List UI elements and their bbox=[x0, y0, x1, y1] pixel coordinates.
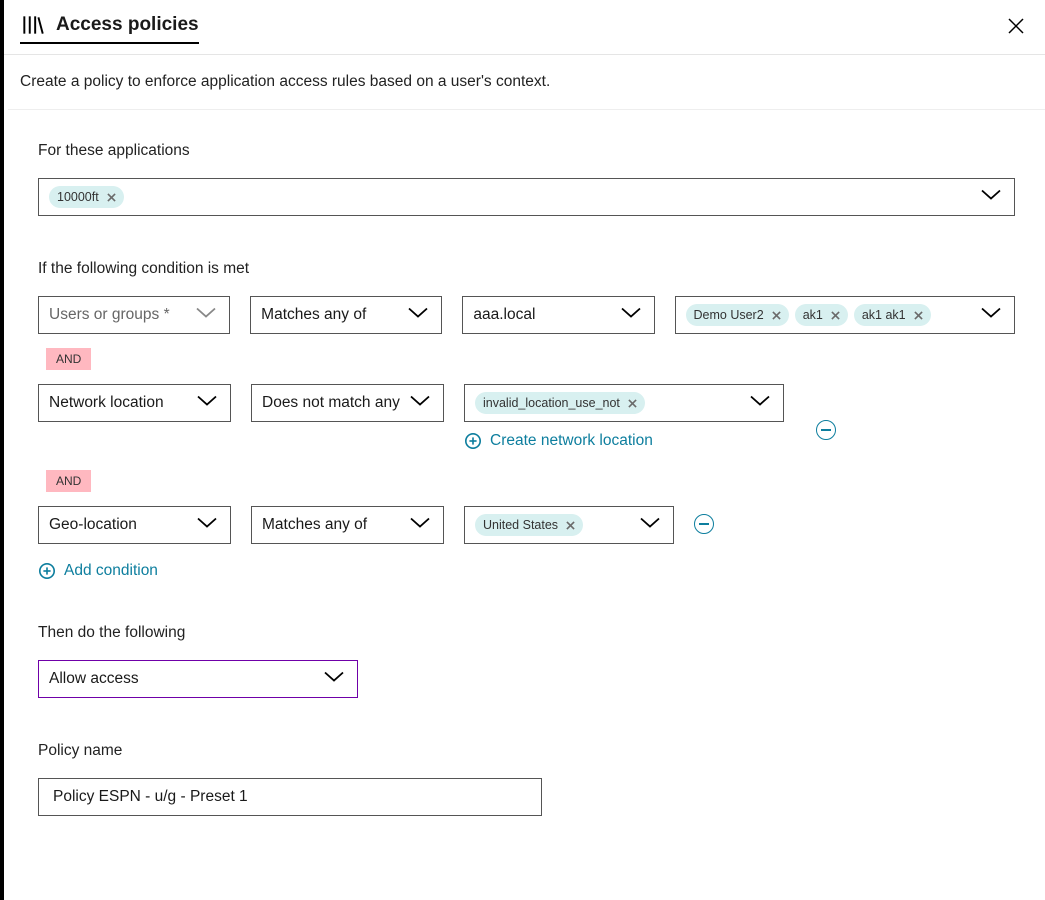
cond1-subject-select[interactable]: Users or groups * bbox=[38, 296, 230, 334]
cond2-values-select[interactable]: invalid_location_use_not bbox=[464, 384, 784, 422]
action-select[interactable]: Allow access bbox=[38, 660, 358, 698]
chevron-down-icon bbox=[407, 394, 433, 413]
chevron-down-icon bbox=[321, 670, 347, 689]
library-icon bbox=[20, 12, 46, 38]
cond3-values-select[interactable]: United States bbox=[464, 506, 674, 544]
cond1-tag: Demo User2 bbox=[686, 304, 789, 326]
chevron-down-icon bbox=[637, 516, 663, 535]
chevron-down-icon bbox=[193, 306, 219, 325]
cond3-subject-select[interactable]: Geo-location bbox=[38, 506, 231, 544]
chevron-down-icon bbox=[405, 306, 431, 325]
and-badge: AND bbox=[46, 348, 91, 370]
chevron-down-icon bbox=[978, 188, 1004, 207]
policy-name-value: Policy ESPN - u/g - Preset 1 bbox=[53, 788, 248, 806]
tag-remove[interactable] bbox=[772, 311, 781, 320]
cond2-subject: Network location bbox=[49, 394, 164, 412]
cond2-operator: Does not match any bbox=[262, 394, 400, 412]
plus-circle-icon bbox=[38, 562, 56, 580]
action-label: Then do the following bbox=[38, 624, 1015, 642]
cond3-subject: Geo-location bbox=[49, 516, 137, 534]
cond2-subject-select[interactable]: Network location bbox=[38, 384, 231, 422]
minus-icon bbox=[821, 429, 831, 431]
chevron-down-icon bbox=[407, 516, 433, 535]
policy-name-label: Policy name bbox=[38, 742, 1015, 760]
cond3-operator: Matches any of bbox=[262, 516, 367, 534]
plus-circle-icon bbox=[464, 432, 482, 450]
cond2-operator-select[interactable]: Does not match any bbox=[251, 384, 444, 422]
cond1-subject-placeholder: Users or groups * bbox=[49, 306, 170, 324]
cond1-tag: ak1 bbox=[795, 304, 848, 326]
page-title: Access policies bbox=[56, 14, 199, 36]
create-network-location-link[interactable]: Create network location bbox=[464, 432, 784, 450]
cond1-domain: aaa.local bbox=[473, 306, 535, 324]
cond2-tag: invalid_location_use_not bbox=[475, 392, 645, 414]
cond1-operator-select[interactable]: Matches any of bbox=[250, 296, 442, 334]
cond1-operator: Matches any of bbox=[261, 306, 366, 324]
tag-remove[interactable] bbox=[566, 521, 575, 530]
cond2-remove-button[interactable] bbox=[816, 420, 836, 440]
cond1-domain-select[interactable]: aaa.local bbox=[462, 296, 654, 334]
cond3-operator-select[interactable]: Matches any of bbox=[251, 506, 444, 544]
chevron-down-icon bbox=[978, 306, 1004, 325]
page-subtitle: Create a policy to enforce application a… bbox=[4, 55, 1045, 109]
close-button[interactable] bbox=[1003, 13, 1029, 44]
cond3-remove-button[interactable] bbox=[694, 514, 714, 534]
chevron-down-icon bbox=[618, 306, 644, 325]
cond1-values-select[interactable]: Demo User2 ak1 ak1 ak1 bbox=[675, 296, 1015, 334]
action-value: Allow access bbox=[49, 670, 139, 688]
app-tag-remove[interactable] bbox=[107, 193, 116, 202]
add-condition-link[interactable]: Add condition bbox=[38, 562, 1015, 580]
applications-select[interactable]: 10000ft bbox=[38, 178, 1015, 216]
close-icon bbox=[1007, 17, 1025, 35]
and-badge: AND bbox=[46, 470, 91, 492]
chevron-down-icon bbox=[194, 394, 220, 413]
chevron-down-icon bbox=[194, 516, 220, 535]
cond1-tag: ak1 ak1 bbox=[854, 304, 931, 326]
chevron-down-icon bbox=[747, 394, 773, 413]
tag-remove[interactable] bbox=[831, 311, 840, 320]
app-tag: 10000ft bbox=[49, 186, 124, 208]
tag-remove[interactable] bbox=[628, 399, 637, 408]
app-tag-label: 10000ft bbox=[57, 190, 99, 204]
policy-name-input[interactable]: Policy ESPN - u/g - Preset 1 bbox=[38, 778, 542, 816]
tag-remove[interactable] bbox=[914, 311, 923, 320]
cond3-tag: United States bbox=[475, 514, 583, 536]
dialog-header: Access policies bbox=[4, 0, 1045, 55]
condition-header: If the following condition is met bbox=[38, 260, 1015, 278]
minus-icon bbox=[699, 523, 709, 525]
applications-label: For these applications bbox=[38, 142, 1015, 160]
